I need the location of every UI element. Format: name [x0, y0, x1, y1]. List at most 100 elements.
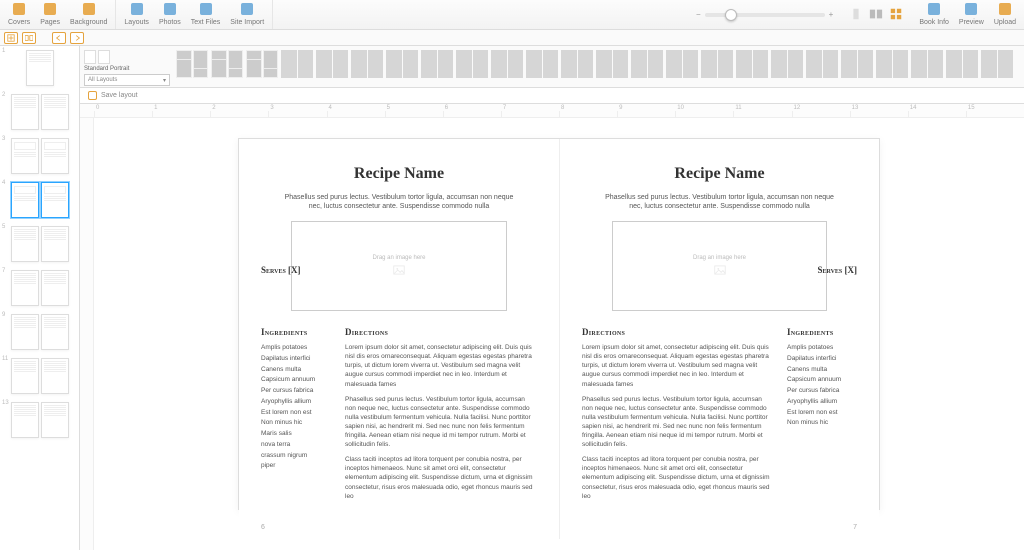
list-item[interactable]: Est lorem non est [261, 408, 331, 418]
layout-template[interactable] [421, 50, 453, 78]
layout-template[interactable] [911, 50, 943, 78]
ingredients-column[interactable]: Ingredients Amplis potatoesDapilatus int… [787, 327, 857, 507]
list-item[interactable]: Class taciti inceptos ad litora torquent… [582, 455, 773, 500]
canvas[interactable]: Recipe Name Phasellus sed purus lectus. … [94, 118, 1024, 550]
list-item[interactable]: Lorem ipsum dolor sit amet, consectetur … [582, 343, 773, 388]
save-layout-checkbox[interactable] [88, 91, 97, 100]
upload-button[interactable]: Upload [992, 0, 1018, 27]
layout-template[interactable] [806, 50, 838, 78]
list-item[interactable]: Capsicum annuum [261, 375, 331, 385]
site-import-button[interactable]: Site Import [228, 0, 266, 27]
serves-label[interactable]: Serves [X] [817, 265, 857, 275]
layout-template[interactable] [211, 50, 243, 78]
recipe-intro[interactable]: Phasellus sed purus lectus. Vestibulum t… [261, 193, 537, 211]
image-dropzone[interactable]: Drag an image here [612, 221, 827, 311]
recipe-title[interactable]: Recipe Name [261, 165, 537, 183]
undo-button[interactable] [52, 32, 66, 44]
directions-column[interactable]: Directions Lorem ipsum dolor sit amet, c… [582, 327, 773, 507]
layout-template[interactable] [736, 50, 768, 78]
layout-template[interactable] [701, 50, 733, 78]
redo-button[interactable] [70, 32, 84, 44]
list-item[interactable]: Dapilatus interfici [261, 354, 331, 364]
thumbnail-spread[interactable] [0, 398, 79, 442]
layout-template[interactable] [176, 50, 208, 78]
layout-template[interactable] [596, 50, 628, 78]
list-item[interactable]: Per cursus fabrica [787, 386, 857, 396]
page-left[interactable]: Recipe Name Phasellus sed purus lectus. … [239, 139, 559, 539]
list-item[interactable]: Canens multa [261, 365, 331, 375]
list-item[interactable]: Phasellus sed purus lectus. Vestibulum t… [345, 395, 537, 450]
list-item[interactable]: Aryophyllis allium [261, 397, 331, 407]
list-item[interactable]: Phasellus sed purus lectus. Vestibulum t… [582, 395, 773, 450]
list-item[interactable]: Per cursus fabrica [261, 386, 331, 396]
layout-template[interactable] [561, 50, 593, 78]
preview-button[interactable]: Preview [957, 0, 986, 27]
layout-template[interactable] [246, 50, 278, 78]
list-item[interactable]: Amplis potatoes [261, 343, 331, 353]
layout-template[interactable] [631, 50, 663, 78]
photos-button[interactable]: Photos [157, 0, 183, 27]
serves-label[interactable]: Serves [X] [261, 265, 301, 275]
thumbnail-spread[interactable] [0, 134, 79, 178]
zoom-slider-thumb[interactable] [725, 9, 737, 21]
layout-template[interactable] [316, 50, 348, 78]
text-files-button[interactable]: Text Files [189, 0, 223, 27]
layout-template[interactable] [666, 50, 698, 78]
layout-template[interactable] [491, 50, 523, 78]
covers-button[interactable]: Covers [6, 0, 32, 27]
list-item[interactable]: Aryophyllis allium [787, 397, 857, 407]
save-layout-row[interactable]: Save layout [80, 88, 1024, 104]
layout-template[interactable] [876, 50, 908, 78]
grid-view-icon[interactable] [889, 7, 903, 23]
layout-template[interactable] [981, 50, 1013, 78]
recipe-intro[interactable]: Phasellus sed purus lectus. Vestibulum t… [582, 193, 857, 211]
zoom-out-icon[interactable]: − [696, 10, 701, 19]
thumbnail-spread[interactable] [0, 310, 79, 354]
book-info-button[interactable]: Book Info [917, 0, 951, 27]
layout-selector[interactable]: All Layouts ▾ [84, 74, 170, 86]
list-item[interactable]: Maris salis [261, 429, 331, 439]
thumbnail-spread[interactable] [0, 354, 79, 398]
layouts-button[interactable]: Layouts [122, 0, 151, 27]
list-item[interactable]: Lorem ipsum dolor sit amet, consectetur … [345, 343, 537, 388]
list-item[interactable]: piper [261, 461, 331, 471]
layout-template[interactable] [946, 50, 978, 78]
list-item[interactable]: Class taciti inceptos ad litora torquent… [345, 455, 537, 500]
layout-template[interactable] [456, 50, 488, 78]
image-dropzone[interactable]: Drag an image here [291, 221, 507, 311]
add-page-button[interactable] [4, 32, 18, 44]
thumbnail-spread[interactable] [0, 266, 79, 310]
ingredients-column[interactable]: Ingredients Amplis potatoesDapilatus int… [261, 327, 331, 507]
layout-template[interactable] [386, 50, 418, 78]
thumbnail-spread[interactable] [0, 178, 79, 222]
recipe-title[interactable]: Recipe Name [582, 165, 857, 183]
zoom-slider-track[interactable] [705, 13, 825, 17]
list-item[interactable]: Est lorem non est [787, 408, 857, 418]
add-spread-button[interactable] [22, 32, 36, 44]
layout-template[interactable] [351, 50, 383, 78]
layout-template[interactable] [841, 50, 873, 78]
single-page-view-icon[interactable] [849, 7, 863, 23]
list-item[interactable]: crassum nigrum [261, 451, 331, 461]
layout-template[interactable] [771, 50, 803, 78]
spread-view-icon[interactable] [869, 7, 883, 23]
layout-template[interactable] [281, 50, 313, 78]
zoom-control[interactable]: − + [688, 0, 841, 29]
thumbnail-spread[interactable] [0, 46, 79, 90]
page-right[interactable]: Recipe Name Phasellus sed purus lectus. … [559, 139, 879, 539]
layout-template[interactable] [526, 50, 558, 78]
canvas-viewport[interactable]: Recipe Name Phasellus sed purus lectus. … [80, 118, 1024, 550]
list-item[interactable]: Dapilatus interfici [787, 354, 857, 364]
layout-templates-row[interactable] [176, 48, 1020, 87]
list-item[interactable]: Non minus hic [787, 418, 857, 428]
directions-column[interactable]: Directions Lorem ipsum dolor sit amet, c… [345, 327, 537, 507]
pages-button[interactable]: Pages [38, 0, 62, 27]
list-item[interactable]: Non minus hic [261, 418, 331, 428]
thumbnail-spread[interactable] [0, 90, 79, 134]
list-item[interactable]: Canens multa [787, 365, 857, 375]
view-mode-toggle[interactable] [841, 0, 911, 29]
list-item[interactable]: Amplis potatoes [787, 343, 857, 353]
zoom-in-icon[interactable]: + [829, 10, 834, 19]
background-button[interactable]: Background [68, 0, 109, 27]
list-item[interactable]: nova terra [261, 440, 331, 450]
